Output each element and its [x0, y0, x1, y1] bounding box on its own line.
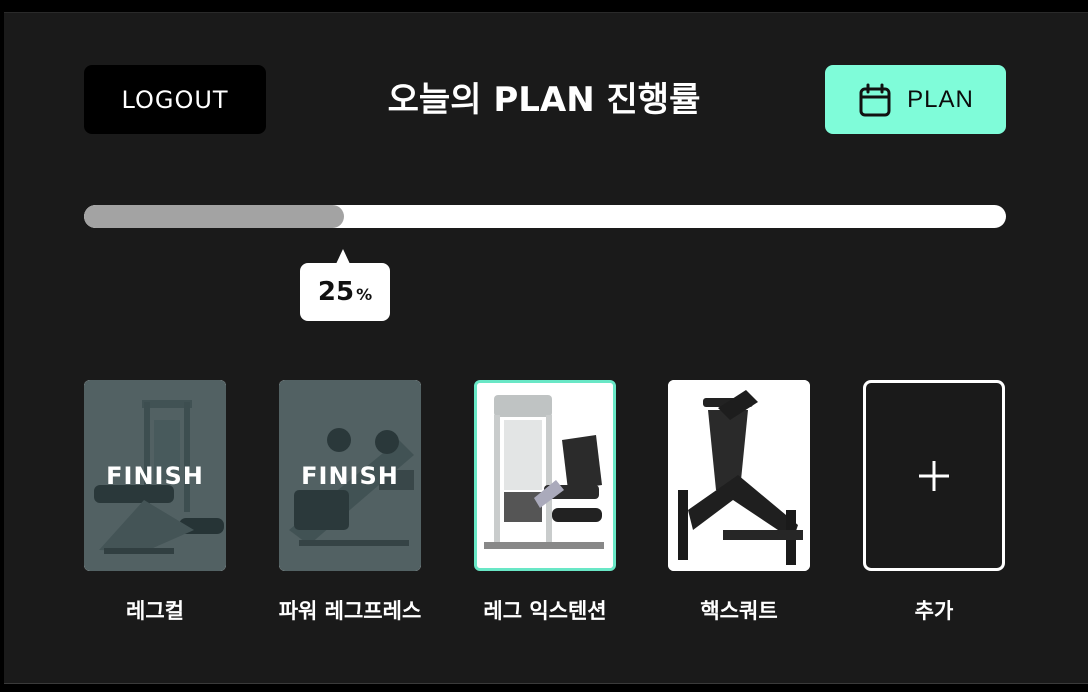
logout-button[interactable]: LOGOUT — [84, 65, 266, 134]
exercise-label-leg-extension: 레그 익스텐션 — [483, 599, 607, 623]
hack-squat-machine-image — [668, 380, 810, 571]
finish-label: FINISH — [301, 461, 399, 490]
page-title: 오늘의 PLAN 진행률 — [387, 80, 701, 120]
plan-button[interactable]: PLAN — [825, 65, 1006, 134]
finish-label: FINISH — [106, 461, 204, 490]
progress-unit: % — [356, 284, 373, 304]
leg-extension-machine-image — [477, 383, 613, 568]
exercise-label-power-leg-press: 파워 레그프레스 — [278, 599, 422, 623]
progress-bar — [84, 205, 1006, 228]
plus-icon — [919, 460, 949, 491]
exercise-label-hack-squat: 핵스쿼트 — [700, 599, 778, 623]
finish-overlay: FINISH — [84, 380, 226, 571]
exercise-card-power-leg-press[interactable]: FINISH — [279, 380, 421, 571]
plan-button-label: PLAN — [907, 85, 974, 113]
exercise-card-hack-squat[interactable] — [668, 380, 810, 571]
exercise-card-leg-extension[interactable] — [474, 380, 616, 571]
progress-fill — [84, 205, 345, 228]
finish-overlay: FINISH — [279, 380, 421, 571]
progress-tooltip: 25 % — [300, 249, 390, 321]
add-exercise-button[interactable] — [863, 380, 1005, 571]
progress-value: 25 — [317, 277, 355, 307]
exercise-card-leg-curl[interactable]: FINISH — [84, 380, 226, 571]
add-exercise-label: 추가 — [914, 599, 954, 623]
exercise-label-leg-curl: 레그컬 — [126, 599, 184, 623]
app-frame: LOGOUT 오늘의 PLAN 진행률 PLAN 25 % FINISH 레그컬… — [4, 12, 1088, 684]
calendar-icon — [859, 83, 891, 116]
